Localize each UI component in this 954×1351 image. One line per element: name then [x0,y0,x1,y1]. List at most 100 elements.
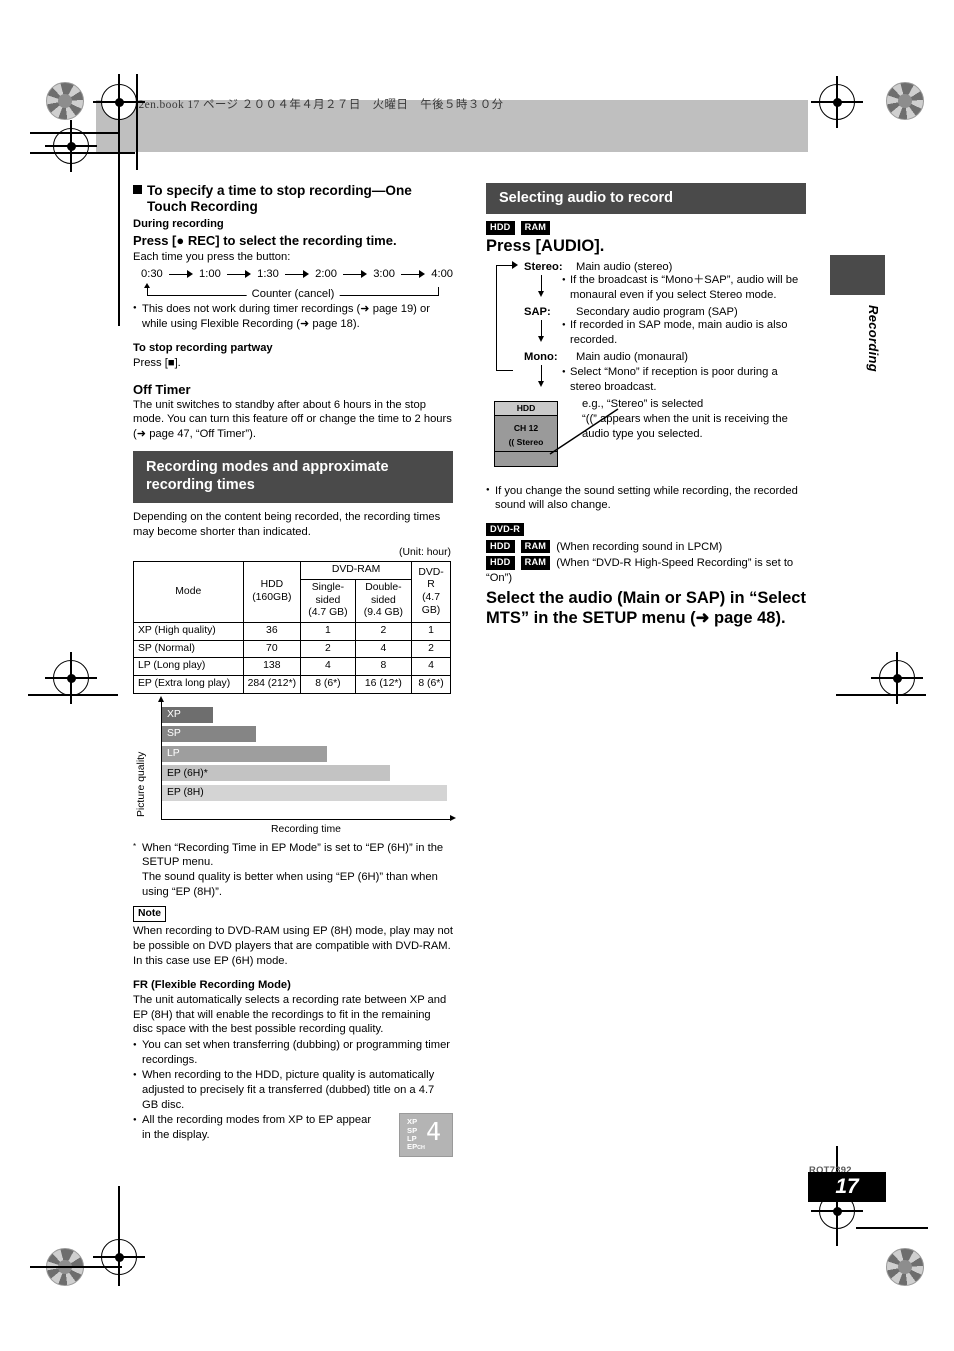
display-example-explanation: “((” appears when the unit is receiving … [582,413,788,441]
cycle-loop-arrow-icon [496,261,518,371]
audio-mode-mono: Mono: Main audio (monaural) [524,350,806,365]
audio-mode-sap: SAP: Secondary audio program (SAP) [524,305,806,320]
badge-hdd: HDD [486,539,515,554]
chart-footnote: * When “Recording Time in EP Mode” is se… [133,841,444,898]
cell-double: 16 (12*) [354,675,413,694]
table-row: XP (High quality) 36 1 2 1 [133,621,451,641]
stop-partway-title: To stop recording partway [133,342,273,355]
cell-dvdr: 8 (6*) [411,675,451,694]
header-dvdr: DVD- R (4.7 GB) [411,561,451,623]
time-option-0: 0:30 [141,267,163,280]
cell-hdd: 138 [242,657,302,677]
registration-mark-top-right [811,76,863,128]
press-audio-instruction: Press [AUDIO]. [486,236,605,255]
chart-x-axis [161,815,456,822]
header-single-sided: Single-sided (4.7 GB) [300,578,356,623]
cell-single: 2 [300,639,356,659]
sequence-arrow-icon [283,269,311,280]
crop-line-bottom-right [856,1227,928,1229]
recording-modes-section-heading: Recording modes and approximate recordin… [133,450,453,504]
audio-mode-label: Stereo: [524,260,563,273]
time-option-1: 1:00 [199,267,221,280]
chart-bars: XP SP LP EP (6H)* EP (8H) [162,706,447,805]
fr-mode-text: The unit automatically selects a recordi… [133,994,447,1036]
timer-recording-bullet: This does not work during timer recordin… [133,301,453,331]
fr-display-icon: XP SP LP EPCH 4 [399,1113,453,1158]
audio-mode-text: Main audio (stereo) [576,260,673,273]
crop-line-bottom-left [30,1266,122,1268]
cell-mode: XP (High quality) [133,621,244,641]
audio-mode-stereo: Stereo: Main audio (stereo) [524,260,806,275]
counter-cancel-loop: Counter (cancel) [133,283,453,302]
lpcm-row: HDD RAM (When recording sound in LPCM) [486,539,806,555]
fr-mode-ep: EPCH [407,1142,425,1152]
cell-dvdr: 1 [411,621,451,641]
cell-double: 8 [354,657,413,677]
select-audio-statement: Select the audio (Main or SAP) in “Selec… [486,588,806,627]
chart-xlabel: Recording time [271,823,341,835]
crop-line-top-left-h2 [30,132,118,134]
cell-dvdr: 4 [411,657,451,677]
counter-cancel-label: Counter (cancel) [246,286,340,302]
badge-dvdr: DVD-R [486,523,525,537]
badge-hdd: HDD [486,221,515,235]
registration-mark-mid-right [871,652,923,704]
square-bullet-icon [133,185,142,194]
page-number-box: 17 [808,1172,886,1202]
color-registration-dot-topright [886,82,924,120]
recording-time-sequence-diagram: 0:30 1:00 1:30 2:00 3:00 4:00 Counter (c… [133,267,453,302]
cell-hdd: 70 [242,639,302,659]
selecting-audio-section-heading: Selecting audio to record [486,183,806,215]
chart-bar-lp: LP [162,745,328,762]
unit-hour-label: (Unit: hour) [399,546,451,558]
header-hdd: HDD (160GB) [242,561,302,623]
badge-hdd: HDD [486,556,515,570]
cell-mode: SP (Normal) [133,639,244,659]
cell-dvdr: 2 [411,639,451,659]
fr-display-modes: XP SP LP EPCH [407,1118,425,1151]
display-example-text: e.g., “Stereo” is selected “((” appears … [582,397,804,442]
one-touch-recording-heading: To specify a time to stop recording—One … [133,183,453,216]
cell-mode: EP (Extra long play) [133,675,244,694]
stop-partway-text: Press [■]. [133,357,181,369]
cell-double: 4 [354,639,413,659]
fr-bullet-0: You can set when transferring (dubbing) … [133,1038,453,1067]
book-header-text: 7392en.book 17 ページ ２００４年４月２７日 火曜日 午後５時３０… [120,99,504,111]
dvdr-badge-row: DVD-R [486,523,806,538]
chart-bar-ep-6h-: EP (6H)* [162,765,390,782]
sequence-arrow-icon [399,269,427,280]
loop-up-arrow-icon [144,283,150,289]
color-registration-dot-bottomright [886,1248,924,1286]
cell-single: 8 (6*) [300,675,356,694]
sound-change-bullet: If you change the sound setting while re… [486,483,806,513]
audio-mode-text: Secondary audio program (SAP) [576,305,738,318]
cell-mode: LP (Long play) [133,657,244,677]
audio-mode-stereo-note: If the broadcast is “Mono＋SAP”, audio wi… [562,273,806,302]
badge-ram: RAM [520,539,551,554]
off-timer-text: The unit switches to standby after about… [133,398,452,441]
crop-line-mid-right [836,694,926,696]
recording-times-table: Mode HDD (160GB) DVD-RAM DVD- R (4.7 GB) Sin… [133,561,451,694]
page-canvas: 7392en.book 17 ページ ２００４年４月２７日 火曜日 午後５時３０… [0,0,954,1351]
side-tab-label: Recording [866,305,881,372]
table-header-row-1: Mode HDD (160GB) DVD-RAM DVD- R (4.7 GB) [133,561,451,623]
cell-hdd: 36 [242,621,302,641]
crop-line-top-left-v [136,74,138,170]
header-double-sided: Double-sided (9.4 GB) [354,578,413,623]
chart-bar-sp: SP [162,726,257,743]
audio-mode-label: SAP: [524,305,551,318]
display-example-caption: e.g., “Stereo” is selected [582,397,704,410]
chart-bar-xp: XP [162,706,214,723]
time-option-3: 2:00 [315,267,337,280]
note-text: When recording to DVD-RAM using EP (8H) … [133,925,454,967]
down-arrow-icon [536,319,548,345]
badge-ram: RAM [520,221,551,235]
sequence-arrow-icon [167,269,195,280]
time-option-4: 3:00 [373,267,395,280]
picture-quality-chart: Picture quality XP SP LP EP (6H)* EP (8H) Re… [133,695,456,835]
down-arrow-icon [536,274,548,300]
cell-single: 4 [300,657,356,677]
chart-ylabel: Picture quality [136,751,147,817]
cell-double: 2 [354,621,413,641]
note-badge: Note [133,906,167,923]
